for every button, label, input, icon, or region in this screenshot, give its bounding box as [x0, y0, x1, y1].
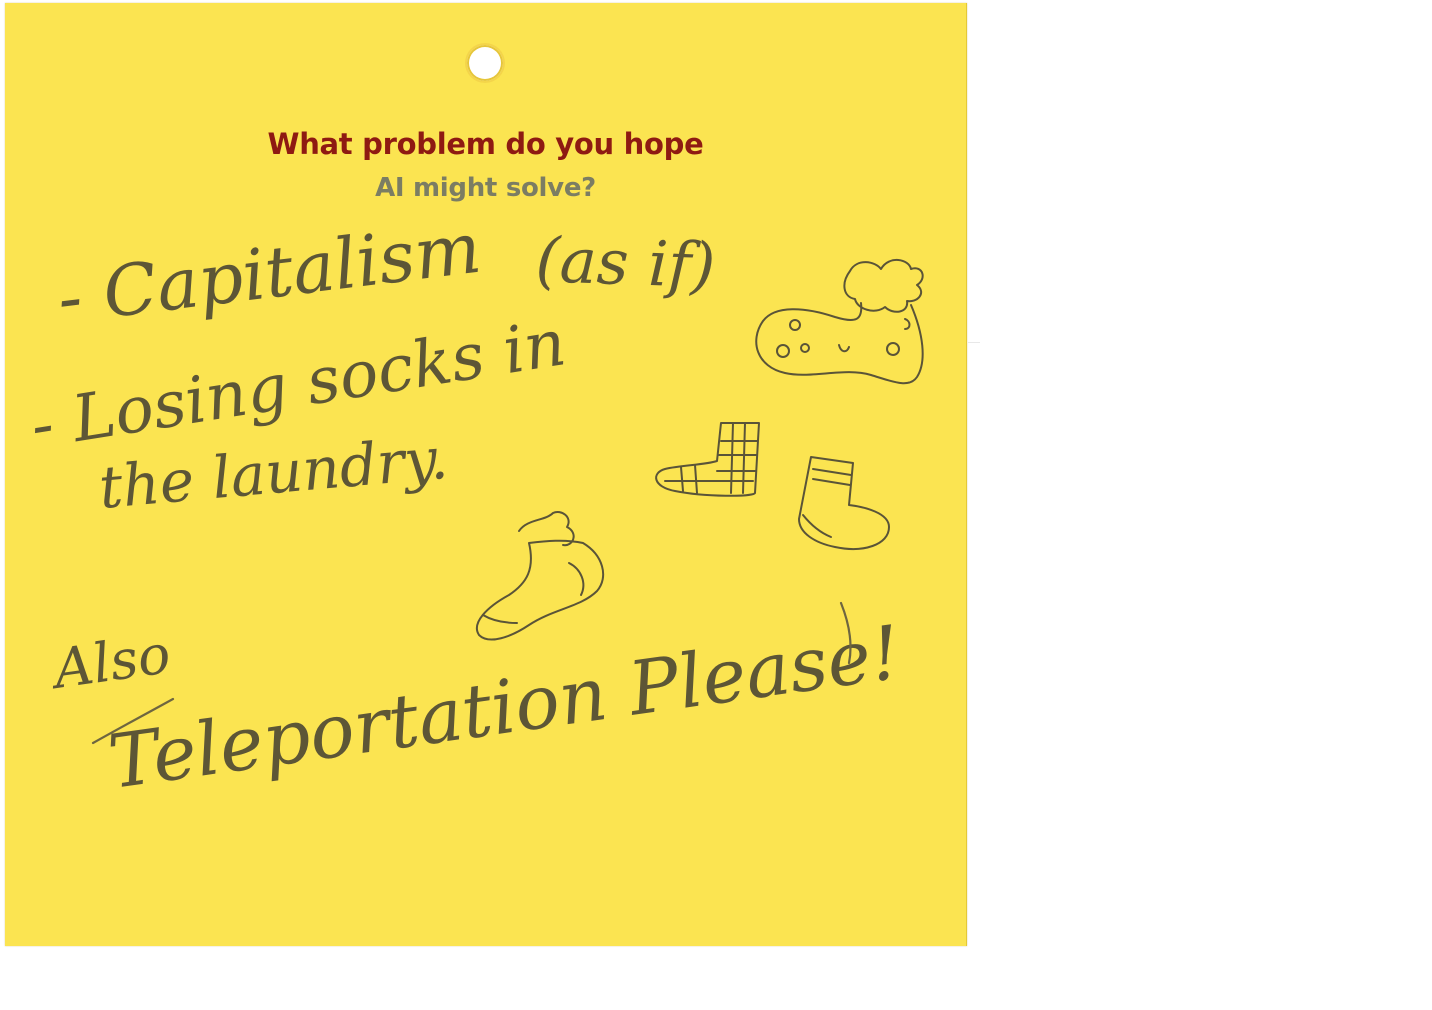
sock-doodle-bottom	[476, 511, 605, 641]
answer-card: What problem do you hope AI might solve?…	[5, 3, 967, 946]
sock-doodle-plaid	[655, 422, 760, 497]
handwritten-answer: - Capitalism (as if) - Losing socks in t…	[26, 207, 924, 806]
scan-edge-mark	[968, 342, 980, 343]
sock-doodle-plain	[798, 456, 890, 550]
handwriting-as-if: (as if)	[534, 223, 716, 302]
handwriting-capitalism: - Capitalism	[53, 207, 485, 340]
handwriting-teleportation: Teleportation Please!	[104, 610, 906, 806]
handwriting-also: Also	[45, 622, 174, 701]
sock-doodle-spotted	[755, 259, 924, 385]
